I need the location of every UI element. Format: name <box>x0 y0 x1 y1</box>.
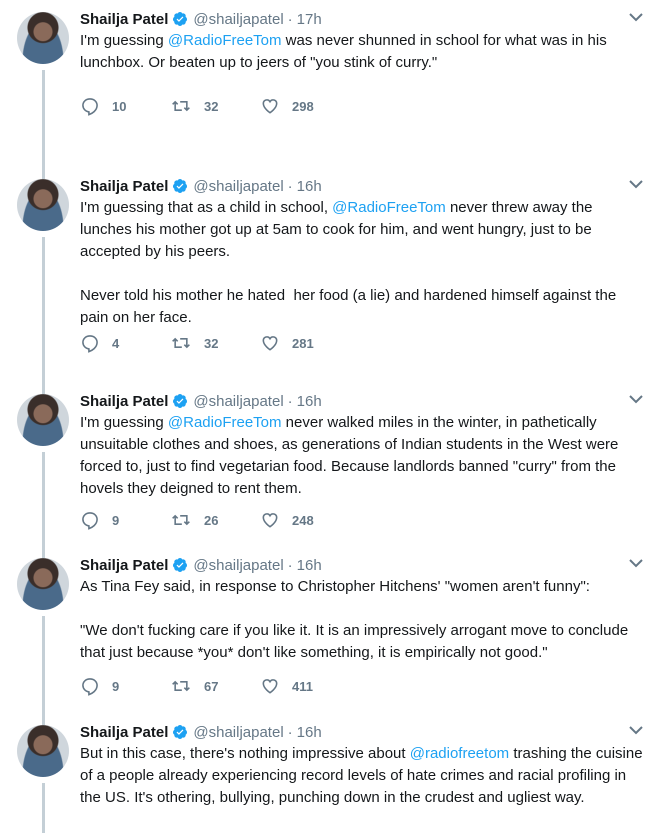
verified-icon <box>173 725 188 739</box>
verified-icon <box>173 558 188 572</box>
user-handle[interactable]: @shailjapatel <box>193 178 283 195</box>
thread-line <box>42 616 45 713</box>
tweet-actions: 9 67 411 <box>80 676 350 696</box>
thread-line <box>42 783 45 833</box>
caret-down-icon[interactable] <box>627 392 645 406</box>
tweet[interactable]: Shailja Patel @shailjapatel · 16h But in… <box>0 713 665 833</box>
retweet-count: 32 <box>204 335 219 351</box>
verified-icon <box>173 179 188 193</box>
like-count: 411 <box>292 678 313 694</box>
retweet-count: 32 <box>204 98 219 114</box>
display-name[interactable]: Shailja Patel <box>80 393 168 410</box>
avatar[interactable] <box>17 12 69 64</box>
tweet-text: I'm guessing @RadioFreeTom was never shu… <box>80 32 611 71</box>
timestamp[interactable]: 16h <box>297 724 322 741</box>
tweet[interactable]: Shailja Patel @shailjapatel · 16h I'm gu… <box>0 382 665 546</box>
thread-line <box>42 237 45 382</box>
tweet[interactable]: Shailja Patel @shailjapatel · 17h I'm gu… <box>0 0 665 167</box>
display-name[interactable]: Shailja Patel <box>80 11 168 28</box>
reply-count: 4 <box>112 335 120 351</box>
tweet-text: I'm guessing @RadioFreeTom never walked … <box>80 414 623 497</box>
tweet-actions: 4 32 281 <box>80 333 350 353</box>
tweet-thread: Shailja Patel @shailjapatel · 17h I'm gu… <box>0 0 665 833</box>
retweet-button[interactable]: 26 <box>170 510 260 530</box>
user-handle[interactable]: @shailjapatel <box>193 393 283 410</box>
like-button[interactable]: 411 <box>260 676 350 696</box>
like-count: 248 <box>292 512 314 528</box>
tweet-text: But in this case, there's nothing impres… <box>80 745 647 806</box>
thread-line <box>42 70 45 167</box>
retweet-icon <box>172 680 190 692</box>
tweet-actions: 9 26 248 <box>80 510 350 530</box>
caret-down-icon[interactable] <box>627 723 645 737</box>
retweet-button[interactable]: 32 <box>170 333 260 353</box>
user-handle[interactable]: @shailjapatel <box>193 724 283 741</box>
mention-link[interactable]: @radiofreetom <box>410 745 509 762</box>
timestamp[interactable]: 16h <box>297 178 322 195</box>
like-button[interactable]: 298 <box>260 96 350 116</box>
tweet-actions: 10 32 298 <box>80 96 350 116</box>
like-icon <box>262 99 278 114</box>
like-button[interactable]: 281 <box>260 333 350 353</box>
retweet-button[interactable]: 32 <box>170 96 260 116</box>
retweet-icon <box>172 100 190 112</box>
reply-icon <box>82 335 98 353</box>
reply-button[interactable]: 4 <box>80 333 170 353</box>
like-icon <box>262 513 278 528</box>
reply-count: 9 <box>112 512 120 528</box>
caret-down-icon[interactable] <box>627 556 645 570</box>
verified-icon <box>173 12 188 26</box>
retweet-button[interactable]: 67 <box>170 676 260 696</box>
like-count: 281 <box>292 335 314 351</box>
caret-down-icon[interactable] <box>627 177 645 191</box>
reply-button[interactable]: 9 <box>80 676 170 696</box>
like-icon <box>262 336 278 351</box>
caret-down-icon[interactable] <box>627 10 645 24</box>
like-button[interactable]: 248 <box>260 510 350 530</box>
tweet[interactable]: Shailja Patel @shailjapatel · 16h I'm gu… <box>0 167 665 382</box>
reply-button[interactable]: 10 <box>80 96 170 116</box>
user-handle[interactable]: @shailjapatel <box>193 557 283 574</box>
display-name[interactable]: Shailja Patel <box>80 724 168 741</box>
retweet-count: 26 <box>204 512 219 528</box>
tweet-text: I'm guessing that as a child in school, … <box>80 199 617 326</box>
display-name[interactable]: Shailja Patel <box>80 557 168 574</box>
avatar[interactable] <box>17 394 69 446</box>
like-icon <box>262 679 278 694</box>
avatar[interactable] <box>17 179 69 231</box>
timestamp[interactable]: 16h <box>297 393 322 410</box>
verified-icon <box>173 394 188 408</box>
tweet-text: As Tina Fey said, in response to Christo… <box>80 578 629 661</box>
display-name[interactable]: Shailja Patel <box>80 178 168 195</box>
mention-link[interactable]: @RadioFreeTom <box>168 414 282 431</box>
tweet[interactable]: Shailja Patel @shailjapatel · 16h As Tin… <box>0 546 665 713</box>
reply-icon <box>82 678 98 696</box>
mention-link[interactable]: @RadioFreeTom <box>168 32 282 49</box>
retweet-icon <box>172 337 190 349</box>
reply-count: 10 <box>112 98 127 114</box>
reply-button[interactable]: 9 <box>80 510 170 530</box>
avatar[interactable] <box>17 558 69 610</box>
thread-line <box>42 452 45 546</box>
like-count: 298 <box>292 98 314 114</box>
reply-icon <box>82 98 98 116</box>
timestamp[interactable]: 17h <box>297 11 322 28</box>
timestamp[interactable]: 16h <box>297 557 322 574</box>
reply-icon <box>82 512 98 530</box>
mention-link[interactable]: @RadioFreeTom <box>332 199 446 216</box>
user-handle[interactable]: @shailjapatel <box>193 11 283 28</box>
retweet-count: 67 <box>204 678 219 694</box>
retweet-icon <box>172 514 190 526</box>
avatar[interactable] <box>17 725 69 777</box>
reply-count: 9 <box>112 678 120 694</box>
